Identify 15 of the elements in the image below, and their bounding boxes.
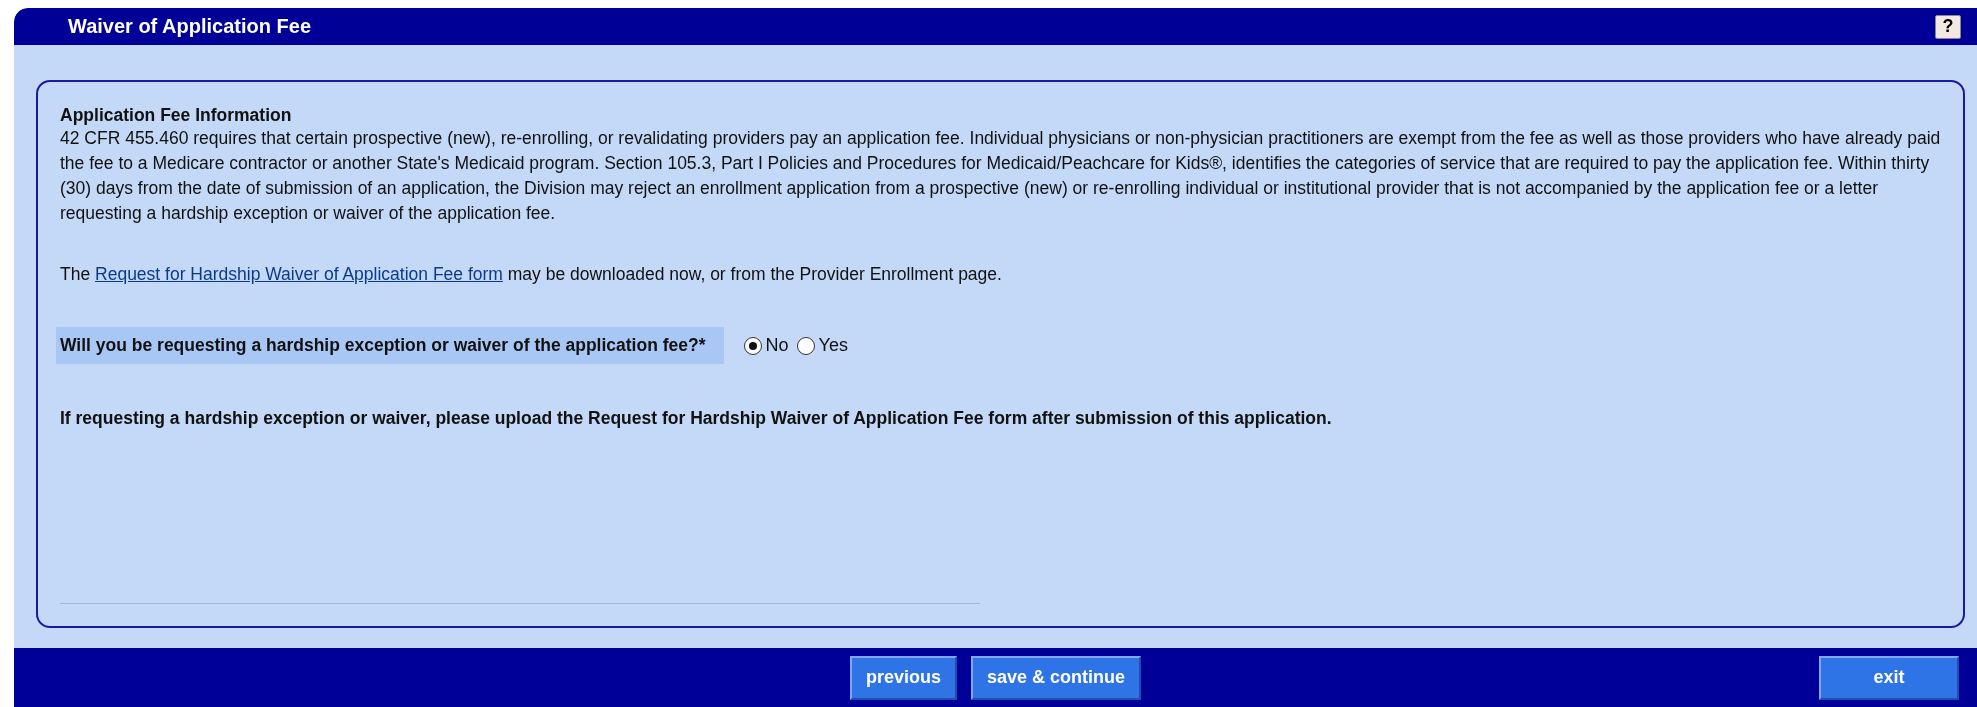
save-continue-button[interactable]: save & continue	[971, 655, 1142, 700]
question-label: Will you be requesting a hardship exception or waiver of the application fee?*	[56, 327, 724, 364]
previous-button[interactable]: previous	[849, 655, 957, 700]
form-link[interactable]: Request for Hardship Waiver of Application Fee form	[95, 264, 503, 284]
fee-paragraph: 42 CFR 455.460 requires that certain prospective (new), re-enrolling, or revalidating providers pay an application fee. Individual physicians or non-physician practitioners are exempt from the fee as well as those providers who have already paid the fee to a Medicare contractor or another State's Medicaid program. Section 105.3, Part I Policies and Procedures for Medicaid/Peachcare for Kids®, identifies the categories of service that are required to pay the application fee. Within thirty (30) days from the date of submission of an application, the Division may reject an enrollment application from a prospective (new) or re-enrolling individual or institutional provider that is not accompanied by the application fee or a letter requesting a hardship exception or waiver of the application fee.	[60, 127, 1942, 225]
help-button[interactable]: ?	[1935, 14, 1961, 39]
radio-label[interactable]: Yes	[818, 333, 848, 358]
radio-button[interactable]	[796, 336, 815, 355]
radio-label[interactable]: No	[765, 333, 789, 358]
download-note: The Request for Hardship Waiver of Application Fee form may be downloaded now, or from the Provider Enrollment page.	[60, 263, 1003, 286]
radio-button[interactable]	[743, 336, 762, 355]
section-heading: Application Fee Information	[60, 104, 293, 126]
exit-button[interactable]: exit	[1819, 655, 1959, 700]
window-title: Waiver of Application Fee	[68, 15, 311, 38]
upload-instruction: If requesting a hardship exception or waiver, please upload the Request for Hardship Waiver of Application Fee form after submission of this application.	[60, 407, 1333, 430]
